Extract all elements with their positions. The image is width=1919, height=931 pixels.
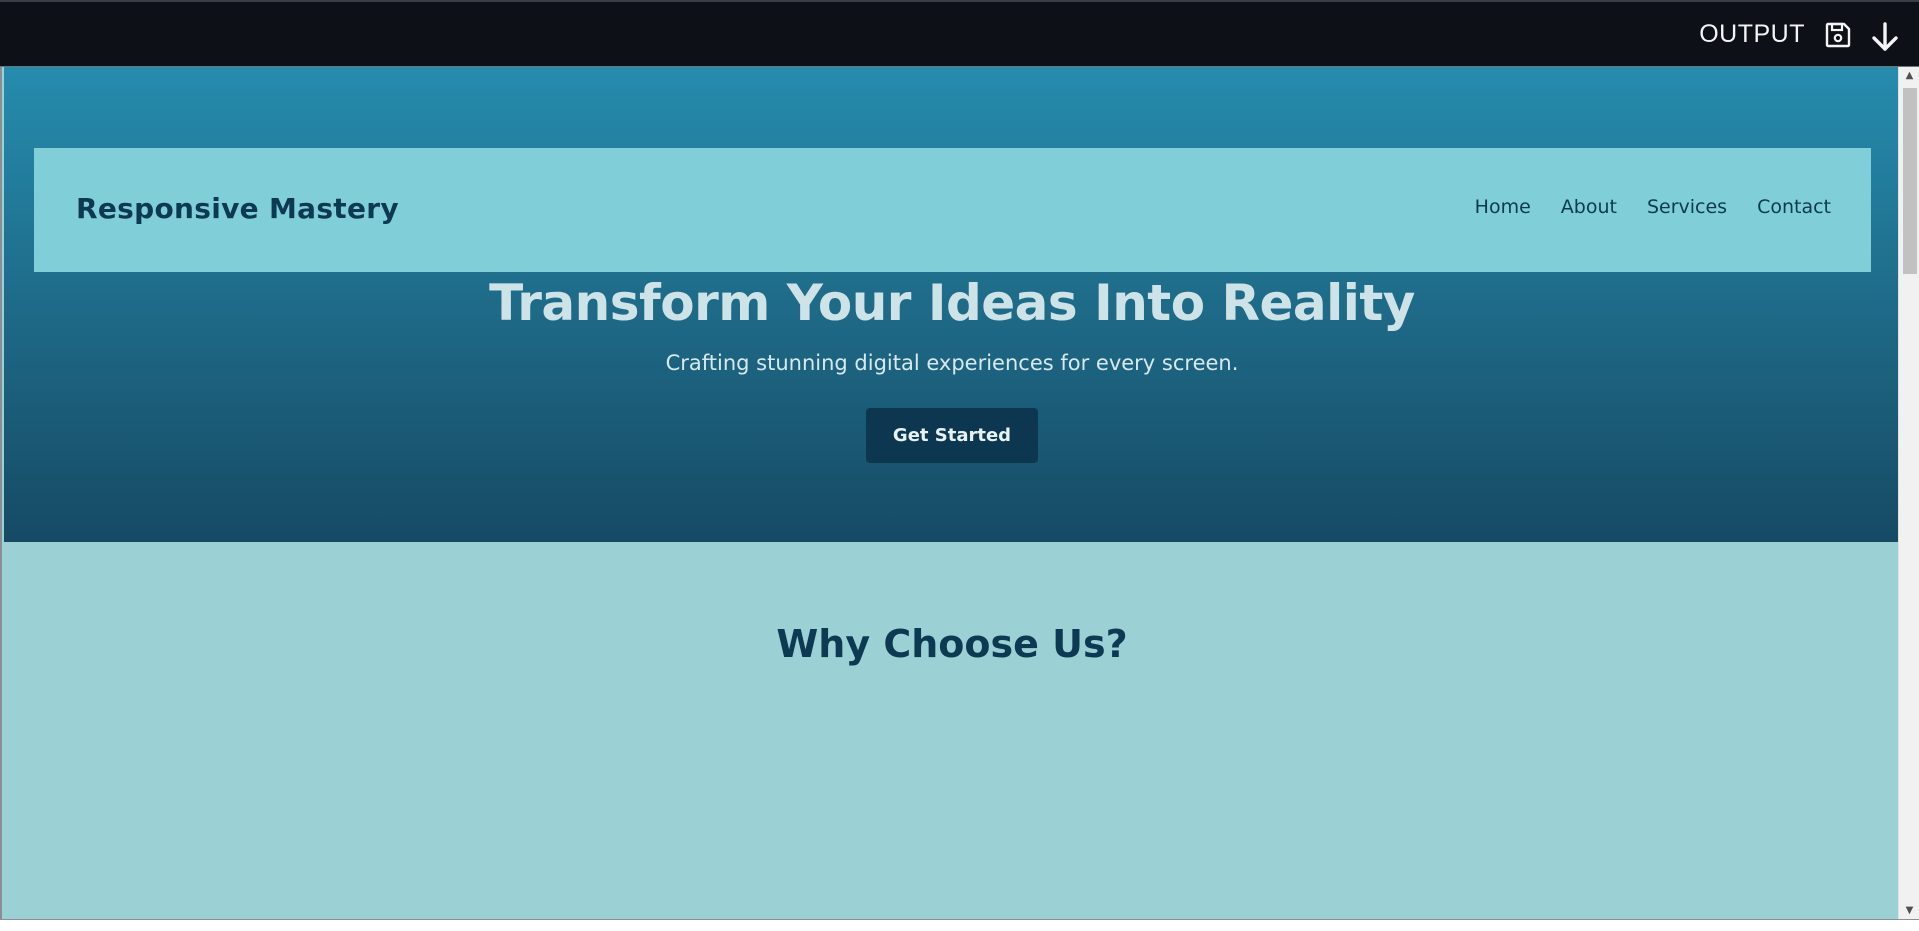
bottom-edge [0,919,1919,931]
preview-frame: Responsive Mastery Home About Services C… [0,67,1919,919]
preview-viewport: Responsive Mastery Home About Services C… [4,67,1900,919]
nav-links: Home About Services Contact [1475,196,1831,218]
scroll-down-arrow-icon[interactable]: ▼ [1899,902,1919,919]
nav-link-contact[interactable]: Contact [1757,196,1831,218]
nav-link-home[interactable]: Home [1475,196,1531,218]
scrollbar-thumb[interactable] [1903,88,1917,274]
why-choose-title: Why Choose Us? [776,622,1128,666]
vertical-scrollbar[interactable]: ▲ ▼ [1898,67,1919,919]
save-button[interactable] [1823,20,1853,50]
top-toolbar: OUTPUT [0,0,1919,67]
output-label: OUTPUT [1699,20,1805,48]
floppy-disk-icon [1825,22,1851,48]
get-started-button[interactable]: Get Started [866,408,1038,463]
arrow-down-icon [1872,22,1898,51]
hero-subtitle: Crafting stunning digital experiences fo… [665,351,1239,375]
why-choose-section: Why Choose Us? [4,542,1900,919]
hero-title: Transform Your Ideas Into Reality [489,274,1415,332]
site-navbar: Responsive Mastery Home About Services C… [34,148,1871,272]
nav-link-services[interactable]: Services [1647,196,1727,218]
site-brand[interactable]: Responsive Mastery [76,192,399,225]
scroll-up-arrow-icon[interactable]: ▲ [1899,67,1919,84]
nav-link-about[interactable]: About [1561,196,1617,218]
hero-section: Responsive Mastery Home About Services C… [4,67,1900,542]
download-button[interactable] [1869,20,1901,54]
